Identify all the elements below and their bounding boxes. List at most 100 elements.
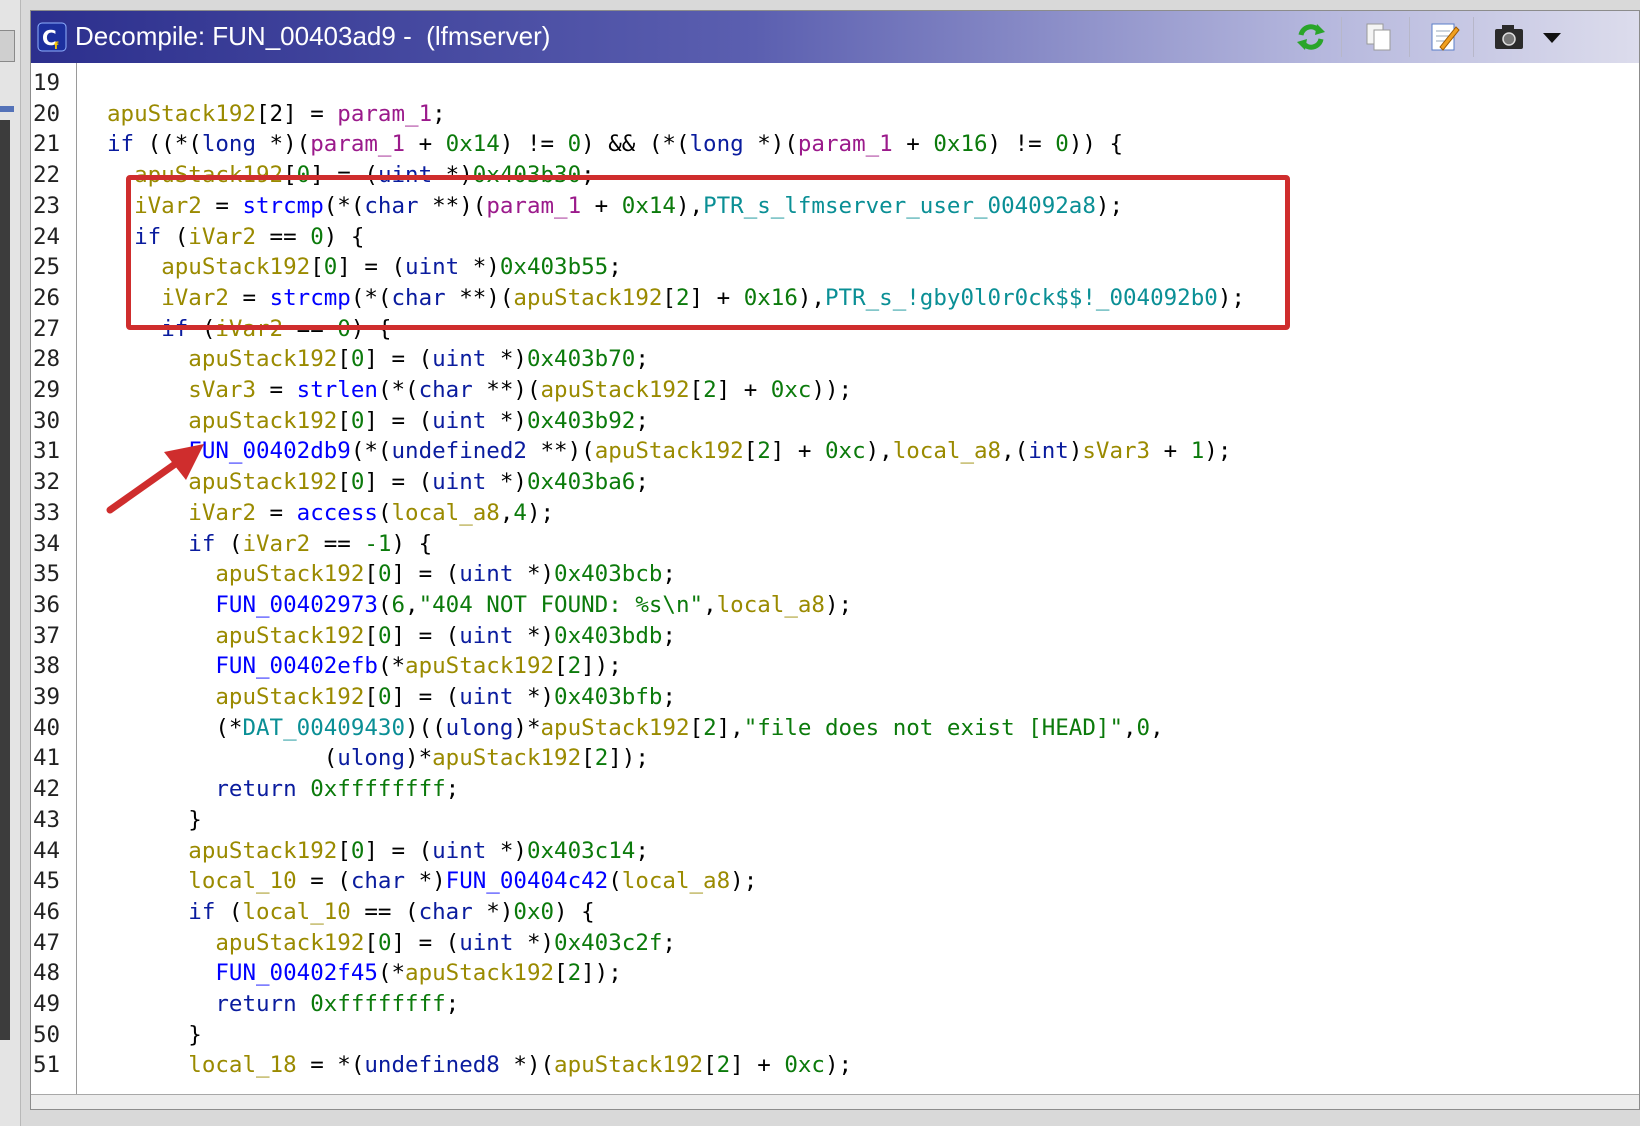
- code-line[interactable]: 51 local_18 = *(undefined8 *)(apuStack19…: [31, 1050, 1631, 1081]
- code-token: [: [364, 622, 378, 649]
- code-token: );: [1204, 438, 1232, 465]
- line-number: 26: [33, 284, 61, 311]
- line-number: 45: [33, 868, 61, 895]
- code-token: ] = (: [364, 346, 433, 373]
- line-number: 35: [33, 561, 61, 588]
- code-line[interactable]: 39 apuStack192[0] = (uint *)0x403bfb;: [31, 682, 1631, 713]
- code-token: apuStack192: [432, 745, 582, 772]
- code-token: ]);: [608, 745, 649, 772]
- code-line[interactable]: 34 if (iVar2 == -1) {: [31, 529, 1631, 560]
- decompiler-code-view[interactable]: 19 20 apuStack192[2] = param_1; 21 if ((*(lo…: [31, 63, 1639, 1109]
- code-line[interactable]: 31 FUN_00402db9(*(undefined2 **)(apuStac…: [31, 436, 1631, 467]
- code-token: "404 NOT FOUND: %s\n": [418, 591, 704, 618]
- edit-icon[interactable]: [1426, 19, 1462, 55]
- code-token: ] = (: [364, 407, 433, 434]
- code-line[interactable]: 28 apuStack192[0] = (uint *)0x403b70;: [31, 344, 1631, 375]
- code-line[interactable]: 49 return 0xffffffff;: [31, 989, 1631, 1020]
- code-line[interactable]: 48 FUN_00402f45(*apuStack192[2]);: [31, 958, 1631, 989]
- code-token: 2: [703, 377, 717, 403]
- code-token: *): [513, 622, 555, 649]
- code-token: uint: [459, 561, 514, 588]
- code-token: uint: [432, 837, 487, 864]
- code-token: ;: [635, 407, 649, 434]
- code-token: if: [188, 898, 216, 925]
- code-token: return: [215, 776, 297, 803]
- code-token: sVar3: [188, 377, 257, 403]
- code-token: 0x403bfb: [554, 684, 663, 710]
- code-token: ;: [662, 929, 676, 956]
- code-token: ,(: [1001, 438, 1029, 465]
- dock-tab[interactable]: [0, 30, 15, 62]
- code-token: local_a8: [621, 868, 731, 895]
- dock-selection-marker: [0, 106, 14, 112]
- code-token: *): [513, 561, 555, 588]
- copy-icon[interactable]: [1361, 19, 1397, 55]
- code-token: [: [364, 684, 378, 710]
- code-token: )) {: [1068, 131, 1124, 158]
- code-token: FUN_00402efb: [215, 653, 378, 680]
- code-line[interactable]: 46 if (local_10 == (char *)0x0) {: [31, 897, 1631, 928]
- code-line[interactable]: 32 apuStack192[0] = (uint *)0x403ba6;: [31, 467, 1631, 498]
- dock-scrollbar[interactable]: [0, 120, 10, 1040]
- code-text: apuStack192[0] = (uint *)0x403c14;: [107, 836, 649, 867]
- code-token: 0: [350, 346, 365, 373]
- code-token: local_10: [242, 898, 351, 925]
- refresh-icon[interactable]: [1293, 19, 1329, 55]
- code-line[interactable]: 20 apuStack192[2] = param_1;: [31, 99, 1631, 130]
- title-bar[interactable]: C f Decompile: FUN_00403ad9 - (lfmserver…: [31, 11, 1639, 64]
- code-line[interactable]: 41 (ulong)*apuStack192[2]);: [31, 743, 1631, 774]
- code-token: (*: [377, 653, 406, 680]
- line-number: 47: [33, 929, 61, 956]
- code-token: ] +: [770, 438, 825, 465]
- code-token: 0: [377, 684, 392, 710]
- code-token: ;: [662, 561, 676, 588]
- code-token: ;: [662, 684, 676, 710]
- code-token: 0xc: [824, 438, 866, 465]
- code-token: ] = (: [391, 622, 460, 649]
- code-token: ]);: [581, 653, 622, 680]
- code-token: ],: [716, 714, 744, 741]
- code-token: ((*(: [134, 131, 202, 158]
- code-line[interactable]: 43 }: [31, 805, 1631, 836]
- line-number: 30: [33, 407, 61, 434]
- code-line[interactable]: 45 local_10 = (char *)FUN_00404c42(local…: [31, 866, 1631, 897]
- dropdown-icon[interactable]: [1539, 19, 1565, 55]
- code-line[interactable]: 33 iVar2 = access(local_a8,4);: [31, 498, 1631, 529]
- code-token: local_a8: [391, 499, 500, 526]
- camera-icon[interactable]: [1491, 19, 1527, 55]
- horizontal-scrollbar[interactable]: [31, 1094, 1639, 1109]
- line-number: 34: [33, 530, 61, 557]
- code-token: ] +: [716, 377, 771, 403]
- code-line[interactable]: 29 sVar3 = strlen(*(char **)(apuStack192…: [31, 375, 1631, 406]
- code-token: char: [350, 868, 406, 895]
- code-line[interactable]: 47 apuStack192[0] = (uint *)0x403c2f;: [31, 928, 1631, 959]
- code-token: (*(: [350, 438, 392, 465]
- code-token: uint: [459, 929, 514, 956]
- code-line[interactable]: 40 (*DAT_00409430)((ulong)*apuStack192[2…: [31, 713, 1631, 744]
- code-line[interactable]: 19: [31, 68, 1631, 99]
- code-line[interactable]: 42 return 0xffffffff;: [31, 774, 1631, 805]
- code-token: (: [377, 591, 392, 618]
- code-token: ;: [635, 346, 649, 373]
- code-line[interactable]: 38 FUN_00402efb(*apuStack192[2]);: [31, 651, 1631, 682]
- code-text: apuStack192[0] = (uint *)0x403b92;: [107, 406, 649, 437]
- code-token: *): [486, 407, 527, 434]
- code-token: *): [513, 929, 555, 956]
- code-line[interactable]: 21 if ((*(long *)(param_1 + 0x14) != 0) &…: [31, 129, 1631, 160]
- code-line[interactable]: 30 apuStack192[0] = (uint *)0x403b92;: [31, 406, 1631, 437]
- code-line[interactable]: 44 apuStack192[0] = (uint *)0x403c14;: [31, 836, 1631, 867]
- code-line[interactable]: 35 apuStack192[0] = (uint *)0x403bcb;: [31, 559, 1631, 590]
- code-token: apuStack192: [540, 714, 690, 741]
- code-token: FUN_00402f45: [215, 960, 378, 987]
- code-token: apuStack192: [215, 684, 365, 710]
- code-text: apuStack192[0] = (uint *)0x403bfb;: [107, 682, 676, 713]
- code-token: }: [107, 1021, 202, 1048]
- code-line[interactable]: 50 }: [31, 1020, 1631, 1051]
- code-line[interactable]: 36 FUN_00402973(6,"404 NOT FOUND: %s\n",…: [31, 590, 1631, 621]
- decompile-window: C f Decompile: FUN_00403ad9 - (lfmserver…: [30, 10, 1640, 1110]
- code-line[interactable]: 37 apuStack192[0] = (uint *)0x403bdb;: [31, 621, 1631, 652]
